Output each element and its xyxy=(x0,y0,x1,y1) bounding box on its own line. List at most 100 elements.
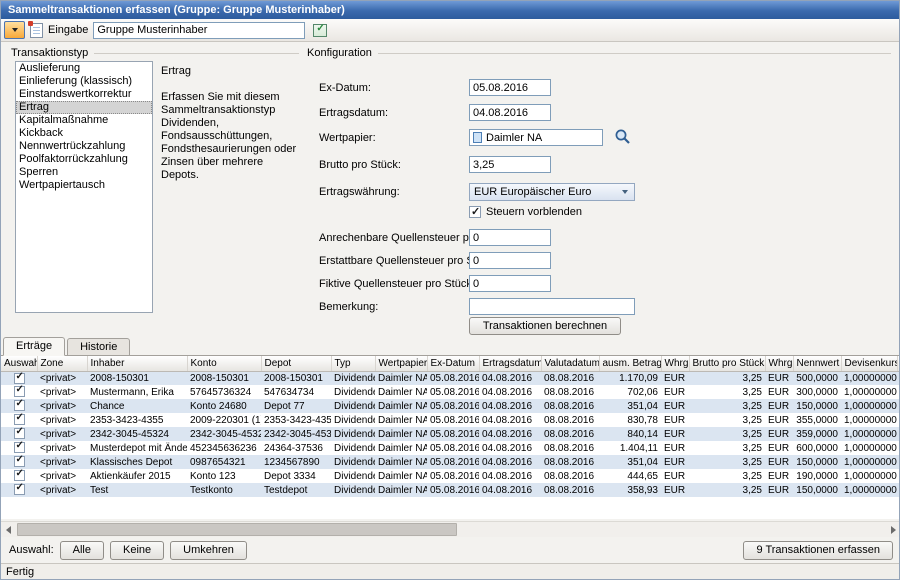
row-checkbox[interactable] xyxy=(14,470,25,481)
transaction-type-option[interactable]: Einlieferung (klassisch) xyxy=(16,75,152,88)
column-header-devisenkurs[interactable]: Devisenkurs xyxy=(841,356,897,371)
main-toolbar: Eingabe xyxy=(1,19,899,42)
selection-keine-button[interactable]: Keine xyxy=(110,541,164,560)
fiktive-input[interactable] xyxy=(469,275,551,292)
apply-button[interactable] xyxy=(310,21,330,40)
toolbar-dropdown-button[interactable] xyxy=(4,21,25,39)
eingabe-input[interactable] xyxy=(93,22,305,39)
waehrung-select[interactable]: EUR Europäischer Euro xyxy=(469,183,635,201)
table-row[interactable]: <privat>Aktienkäufer 2015Konto 123Depot … xyxy=(1,469,900,483)
cell-whrg2: EUR xyxy=(765,427,793,441)
cell-whrg1: EUR xyxy=(661,441,689,455)
table-row[interactable]: <privat>TestTestkontoTestdepotDividendeD… xyxy=(1,483,900,497)
ertragsdatum-input[interactable] xyxy=(469,104,551,121)
scroll-right-button[interactable] xyxy=(886,522,900,538)
cell-whrg1: EUR xyxy=(661,385,689,399)
table-row[interactable]: <privat>2008-1503012008-1503012008-15030… xyxy=(1,371,900,385)
transaction-type-option[interactable]: Auslieferung xyxy=(16,62,152,75)
transaktionen-erfassen-button[interactable]: 9 Transaktionen erfassen xyxy=(743,541,893,560)
transaction-type-option[interactable]: Poolfaktorrückzahlung xyxy=(16,153,152,166)
cell-auswahl xyxy=(1,469,37,483)
column-header-depot[interactable]: Depot xyxy=(261,356,331,371)
column-header-wertpapier[interactable]: Wertpapier xyxy=(375,356,427,371)
transaktionstyp-group-label: Transaktionstyp xyxy=(11,47,88,59)
transaction-type-option[interactable]: Wertpapiertausch xyxy=(16,179,152,192)
transaction-type-option[interactable]: Nennwertrückzahlung xyxy=(16,140,152,153)
cell-betrag: 1.170,09 xyxy=(599,371,661,385)
row-checkbox[interactable] xyxy=(14,442,25,453)
row-checkbox[interactable] xyxy=(14,414,25,425)
ex-datum-input[interactable] xyxy=(469,79,551,96)
column-header-inhaber[interactable]: Inhaber xyxy=(87,356,187,371)
cell-wertpapier: Daimler NA xyxy=(375,399,427,413)
cell-brutto: 3,25 xyxy=(689,483,765,497)
selection-umkehren-button[interactable]: Umkehren xyxy=(170,541,247,560)
transaction-type-option[interactable]: Einstandswertkorrektur xyxy=(16,88,152,101)
cell-zone: <privat> xyxy=(37,385,87,399)
column-header-ertragsdatum[interactable]: Ertragsdatum xyxy=(479,356,541,371)
selection-alle-button[interactable]: Alle xyxy=(60,541,104,560)
column-header-valutadatum[interactable]: Valutadatum xyxy=(541,356,599,371)
column-header-typ[interactable]: Typ xyxy=(331,356,375,371)
column-header-nennwert[interactable]: Nennwert xyxy=(793,356,841,371)
transaction-type-option[interactable]: Kickback xyxy=(16,127,152,140)
cell-exdatum: 05.08.2016 xyxy=(427,469,479,483)
cell-valutadatum: 08.08.2016 xyxy=(541,385,599,399)
scrollbar-thumb[interactable] xyxy=(17,523,457,536)
cell-inhaber: 2342-3045-45324 xyxy=(87,427,187,441)
table-row[interactable]: <privat>ChanceKonto 24680Depot 77Dividen… xyxy=(1,399,900,413)
wertpapier-suche-button[interactable] xyxy=(613,128,632,147)
table-row[interactable]: <privat>2353-3423-43552009-220301 (1) (2… xyxy=(1,413,900,427)
row-checkbox[interactable] xyxy=(14,400,25,411)
status-text: Fertig xyxy=(6,566,34,578)
auswahl-label: Auswahl: xyxy=(9,544,54,556)
table-row[interactable]: <privat>2342-3045-453242342-3045-4532423… xyxy=(1,427,900,441)
column-header-auswahl[interactable]: Auswahl xyxy=(1,356,37,371)
cell-konto: 2342-3045-45324 xyxy=(187,427,261,441)
transaction-type-listbox[interactable]: AuslieferungEinlieferung (klassisch)Eins… xyxy=(15,61,153,313)
row-checkbox[interactable] xyxy=(14,484,25,495)
cell-wertpapier: Daimler NA xyxy=(375,469,427,483)
cell-konto: Konto 24680 xyxy=(187,399,261,413)
cell-auswahl xyxy=(1,371,37,385)
cell-exdatum: 05.08.2016 xyxy=(427,399,479,413)
column-header-brutto[interactable]: Brutto pro Stück xyxy=(689,356,765,371)
table-container[interactable]: AuswahlZoneInhaberKontoDepotTypWertpapie… xyxy=(1,356,900,519)
wertpapier-field[interactable]: Daimler NA xyxy=(469,129,603,146)
column-header-konto[interactable]: Konto xyxy=(187,356,261,371)
transaction-type-option[interactable]: Sperren xyxy=(16,166,152,179)
tab-historie[interactable]: Historie xyxy=(67,338,130,356)
column-header-betrag[interactable]: ausm. Betrag xyxy=(599,356,661,371)
table-row[interactable]: <privat>Musterdepot mit Änderungen452345… xyxy=(1,441,900,455)
transaktionen-berechnen-button[interactable]: Transaktionen berechnen xyxy=(469,317,621,335)
row-checkbox[interactable] xyxy=(14,386,25,397)
table-row[interactable]: <privat>Mustermann, Erika576457363245476… xyxy=(1,385,900,399)
scroll-left-button[interactable] xyxy=(1,522,16,538)
cell-valutadatum: 08.08.2016 xyxy=(541,399,599,413)
row-checkbox[interactable] xyxy=(14,456,25,467)
table-row[interactable]: <privat>Klassisches Depot098765432112345… xyxy=(1,455,900,469)
transaction-type-option[interactable]: Ertrag xyxy=(16,101,152,114)
row-checkbox[interactable] xyxy=(14,373,25,384)
cell-exdatum: 05.08.2016 xyxy=(427,385,479,399)
cell-depot: 2008-150301 xyxy=(261,371,331,385)
bemerkung-input[interactable] xyxy=(469,298,635,315)
row-checkbox[interactable] xyxy=(14,428,25,439)
window-titlebar[interactable]: Sammeltransaktionen erfassen (Gruppe: Gr… xyxy=(1,1,899,19)
cell-valutadatum: 08.08.2016 xyxy=(541,455,599,469)
tab-ertraege[interactable]: Erträge xyxy=(3,337,65,356)
column-header-whrg2[interactable]: Whrg. xyxy=(765,356,793,371)
type-description-text: Erfassen Sie mit diesem Sammeltransaktio… xyxy=(161,91,303,182)
type-description-title: Ertrag xyxy=(161,65,191,77)
erstattbare-input[interactable] xyxy=(469,252,551,269)
column-header-exdatum[interactable]: Ex-Datum xyxy=(427,356,479,371)
steuern-vorblenden-checkbox[interactable]: Steuern vorblenden xyxy=(469,206,582,218)
transaction-type-option[interactable]: Kapitalmaßnahme xyxy=(16,114,152,127)
chevron-down-icon xyxy=(622,190,628,194)
horizontal-scrollbar[interactable] xyxy=(1,521,900,537)
anrechenbare-input[interactable] xyxy=(469,229,551,246)
brutto-input[interactable] xyxy=(469,156,551,173)
column-header-zone[interactable]: Zone xyxy=(37,356,87,371)
column-header-whrg1[interactable]: Whrg. xyxy=(661,356,689,371)
cell-konto: 452345636236 xyxy=(187,441,261,455)
